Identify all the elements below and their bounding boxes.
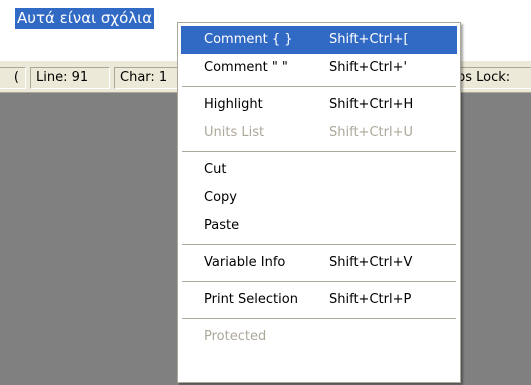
menu-item-label: Copy bbox=[204, 190, 237, 205]
menu-item-shortcut: Shift+Ctrl+P bbox=[329, 292, 412, 307]
menu-separator bbox=[181, 147, 457, 156]
menu-item-label: Protected bbox=[204, 329, 267, 344]
menu-item-label: Paste bbox=[204, 218, 240, 233]
menu-item-label: Print Selection bbox=[204, 292, 298, 307]
menu-separator bbox=[181, 314, 457, 323]
menu-item-label: Cut bbox=[204, 162, 227, 177]
menu-item-protected: Protected bbox=[181, 323, 457, 351]
editor-window: Αυτά είναι σχόλια ( Line: 91 Char: 1 aps… bbox=[0, 0, 531, 385]
menu-item-variable-info[interactable]: Variable Info Shift+Ctrl+V bbox=[181, 249, 457, 277]
selected-text[interactable]: Αυτά είναι σχόλια bbox=[15, 8, 155, 29]
menu-item-shortcut: Shift+Ctrl+U bbox=[329, 125, 413, 140]
menu-item-label: Units List bbox=[204, 125, 265, 140]
menu-item-label: Comment { } bbox=[204, 32, 293, 47]
menu-item-comment-braces[interactable]: Comment { } Shift+Ctrl+[ bbox=[181, 26, 457, 54]
menu-item-shortcut: Shift+Ctrl+' bbox=[329, 60, 408, 75]
menu-item-label: Variable Info bbox=[204, 255, 286, 270]
menu-item-comment-quotes[interactable]: Comment " " Shift+Ctrl+' bbox=[181, 54, 457, 82]
menu-separator bbox=[181, 82, 457, 91]
menu-item-print-selection[interactable]: Print Selection Shift+Ctrl+P bbox=[181, 286, 457, 314]
menu-item-paste[interactable]: Paste bbox=[181, 212, 457, 240]
menu-item-label: Comment " " bbox=[204, 60, 288, 75]
menu-item-shortcut: Shift+Ctrl+H bbox=[329, 97, 414, 112]
menu-item-highlight[interactable]: Highlight Shift+Ctrl+H bbox=[181, 91, 457, 119]
status-pane-left: ( bbox=[0, 67, 26, 89]
menu-item-copy[interactable]: Copy bbox=[181, 184, 457, 212]
menu-separator bbox=[181, 277, 457, 286]
menu-item-label: Highlight bbox=[204, 97, 263, 112]
context-menu: Comment { } Shift+Ctrl+[ Comment " " Shi… bbox=[177, 22, 461, 383]
menu-separator bbox=[181, 240, 457, 249]
menu-item-shortcut: Shift+Ctrl+V bbox=[329, 255, 413, 270]
status-line-number: Line: 91 bbox=[30, 67, 110, 89]
menu-item-units-list: Units List Shift+Ctrl+U bbox=[181, 119, 457, 147]
menu-item-cut[interactable]: Cut bbox=[181, 156, 457, 184]
menu-item-shortcut: Shift+Ctrl+[ bbox=[329, 32, 409, 47]
